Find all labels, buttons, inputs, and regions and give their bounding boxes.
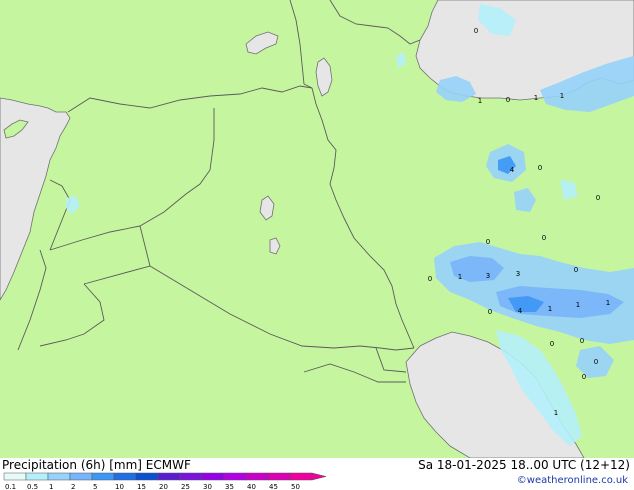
legend-label: 0.5 [27,483,38,490]
credit-link[interactable]: ©weatheronline.co.uk [517,475,628,486]
precip-value: 3 [486,272,490,280]
legend-label: 50 [291,483,300,490]
precip-value: 0 [428,275,432,283]
precip-value: 1 [478,97,482,105]
footer: Precipitation (6h) [mm] ECMWF Sa 18-01-2… [0,458,634,490]
legend-swatch [69,472,93,481]
legend-colorbar: 0.1 0.5 1 2 5 10 15 20 25 30 35 40 45 50 [3,472,327,490]
precip-value: 0 [538,164,542,172]
legend-label: 35 [225,483,234,490]
legend-label: 25 [181,483,190,490]
legend-label: 10 [115,483,124,490]
valid-time: Sa 18-01-2025 18..00 UTC (12+12) [418,458,630,472]
precip-value: 0 [580,337,584,345]
legend-label: 40 [247,483,256,490]
legend-swatch [135,472,159,481]
precip-value: 0 [550,340,554,348]
legend-swatch [113,472,137,481]
legend-swatch [179,472,203,481]
precip-value: 1 [554,409,558,417]
legend-swatch [25,472,49,481]
legend-swatch [201,472,225,481]
legend-swatch [3,472,27,481]
legend-swatch [157,472,181,481]
precip-value: 0 [596,194,600,202]
precip-value: 0 [488,308,492,316]
legend-label: 0.1 [5,483,16,490]
legend-label: 5 [93,483,97,490]
legend-label: 45 [269,483,278,490]
precip-value: 0 [542,234,546,242]
precip-value: 0 [574,266,578,274]
precip-value: 0 [474,27,478,35]
legend-label: 20 [159,483,168,490]
legend-swatch [289,472,313,481]
legend-label: 2 [71,483,75,490]
precip-value: 1 [548,305,552,313]
legend-swatch [223,472,247,481]
map-title: Precipitation (6h) [mm] ECMWF [2,458,191,472]
precip-value: 1 [534,94,538,102]
precip-value: 1 [560,92,564,100]
legend-swatch [245,472,269,481]
legend-label: 1 [49,483,53,490]
precip-value: 0 [594,358,598,366]
legend-swatch [47,472,71,481]
precip-value: 0 [486,238,490,246]
precip-value: 1 [606,299,610,307]
precip-value: 1 [458,273,462,281]
legend-arrow [311,472,327,481]
legend-label: 15 [137,483,146,490]
precip-value: 3 [516,270,520,278]
precip-value: 0 [506,96,510,104]
precip-value: 4 [518,307,523,315]
precip-value: 0 [582,373,586,381]
legend-label: 30 [203,483,212,490]
legend-swatch [267,472,291,481]
precip-value: 1 [576,301,580,309]
precip-value: 4 [510,166,515,174]
legend-swatch [91,472,115,481]
precipitation-map: 0 1 0 1 1 4 0 0 0 0 0 0 1 3 3 0 4 1 1 1 … [0,0,634,458]
